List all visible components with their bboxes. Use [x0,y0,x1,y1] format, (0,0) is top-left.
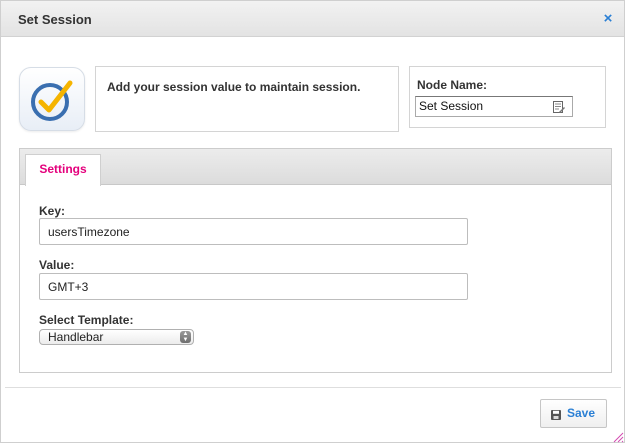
tab-bar: Settings [20,149,611,186]
template-label: Select Template: [39,313,134,327]
dialog-title: Set Session [18,12,92,27]
template-select[interactable]: Handlebar ▲ ▼ [39,329,194,345]
value-input[interactable]: GMT+3 [39,273,468,300]
set-session-dialog: Set Session × Add your session value to … [0,0,625,443]
settings-panel: Settings Key: usersTimezone Value: GMT+3… [19,148,612,373]
tab-settings[interactable]: Settings [25,154,101,186]
dialog-titlebar: Set Session × [1,1,624,37]
save-button[interactable]: Save [540,399,607,428]
value-label: Value: [39,258,75,272]
node-name-label: Node Name: [417,78,488,92]
edit-icon[interactable] [552,100,566,114]
save-label: Save [567,406,596,420]
description-box: Add your session value to maintain sessi… [95,66,399,132]
key-input[interactable]: usersTimezone [39,218,468,245]
description-text: Add your session value to maintain sessi… [107,80,361,94]
key-label: Key: [39,204,66,218]
floppy-disk-icon [551,409,561,420]
node-name-box: Node Name: Set Session [409,66,606,128]
footer-divider [5,387,621,388]
chevron-updown-icon: ▲ ▼ [180,331,191,343]
close-icon[interactable]: × [601,11,615,27]
node-name-input[interactable]: Set Session [415,96,573,117]
template-selected-value: Handlebar [48,330,104,344]
resize-grip-icon[interactable] [612,431,624,443]
checkmark-clock-icon [19,67,85,131]
